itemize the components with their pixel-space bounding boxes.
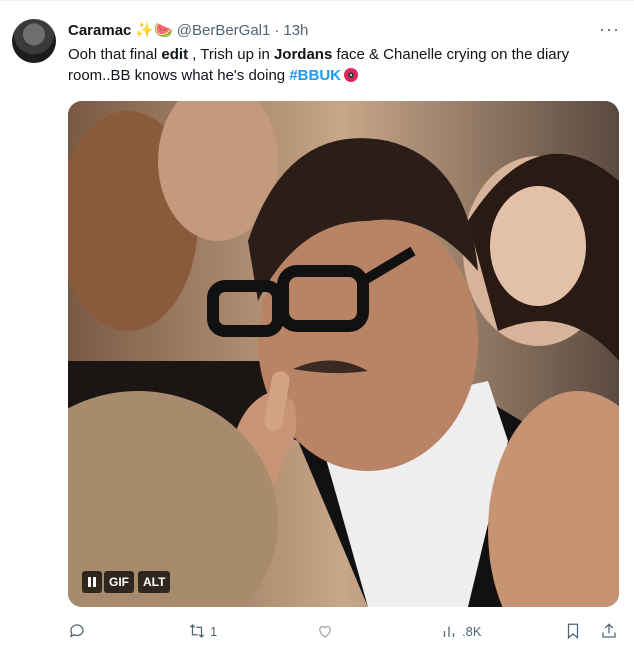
tweet-header: Caramac ✨🍉 @BerBerGal1 · 13h <box>68 19 622 41</box>
eye-emoji-icon <box>344 68 358 82</box>
bookmark-icon <box>567 623 579 640</box>
retweet-button[interactable]: 1 <box>188 619 217 643</box>
timestamp[interactable]: 13h <box>283 22 308 39</box>
alt-text-button[interactable]: ALT <box>138 571 171 593</box>
views-chart-icon <box>443 626 455 637</box>
reply-icon <box>70 624 84 638</box>
gif-badge: GIF <box>104 571 134 593</box>
gif-frame-image <box>68 101 619 607</box>
author-name[interactable]: Caramac <box>68 22 131 39</box>
share-icon <box>602 623 616 638</box>
reply-button[interactable] <box>68 619 90 643</box>
tweet-text: Ooh that final edit , Trish up in Jordan… <box>68 44 623 86</box>
tweet-text-part: , Trish up in <box>188 46 274 63</box>
pause-icon <box>88 577 96 587</box>
bookmark-button[interactable] <box>564 619 582 643</box>
author-handle[interactable]: @BerBerGal1 <box>177 22 271 39</box>
retweet-icon <box>189 624 205 638</box>
more-options-icon[interactable]: ··· <box>599 20 620 38</box>
separator-dot: · <box>274 21 280 39</box>
views-count: .8K <box>462 623 482 639</box>
author-name-emoji: ✨🍉 <box>135 22 173 39</box>
views-button[interactable]: .8K <box>440 619 482 643</box>
like-button[interactable] <box>316 619 338 643</box>
pause-button[interactable] <box>82 571 102 593</box>
share-button[interactable] <box>600 619 618 643</box>
retweet-count: 1 <box>210 623 218 639</box>
tweet-text-bold: edit <box>161 46 189 63</box>
tweet-card[interactable]: Caramac ✨🍉 @BerBerGal1 · 13h ··· Ooh tha… <box>0 0 634 656</box>
tweet-text-part: Ooh that final <box>68 46 162 63</box>
avatar[interactable] <box>12 19 56 63</box>
gif-media[interactable]: GIF ALT <box>68 101 619 607</box>
hashtag-link[interactable]: #BBUK <box>289 67 341 84</box>
tweet-actions: 1 .8K <box>68 619 623 643</box>
tweet-text-bold: Jordans <box>273 46 333 63</box>
heart-icon <box>319 625 331 638</box>
